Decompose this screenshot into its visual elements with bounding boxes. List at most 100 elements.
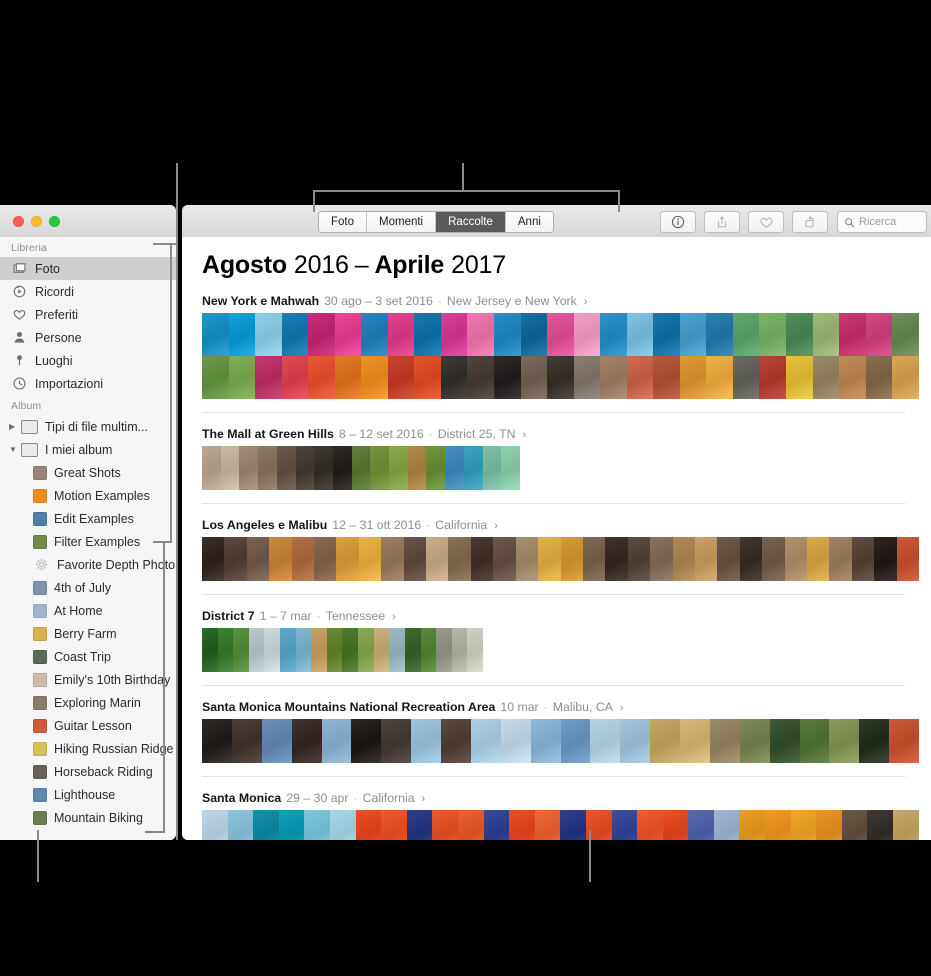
photo-thumbnail[interactable]: [739, 719, 770, 763]
photo-strip[interactable]: [202, 628, 483, 672]
moment-header[interactable]: Los Angeles e Malibu 12 – 31 ott 2016 · Cal…: [202, 504, 931, 537]
photo-thumbnail[interactable]: [573, 313, 601, 356]
photo-thumbnail[interactable]: [470, 537, 494, 581]
photo-thumbnail[interactable]: [321, 719, 352, 763]
tab-anni[interactable]: Anni: [505, 212, 553, 232]
photo-thumbnail[interactable]: [467, 628, 483, 672]
photo-thumbnail[interactable]: [314, 446, 333, 490]
tab-raccolte[interactable]: Raccolte: [436, 212, 506, 232]
photo-thumbnail[interactable]: [841, 810, 868, 840]
photo-thumbnail[interactable]: [326, 628, 343, 672]
photo-thumbnail[interactable]: [688, 810, 714, 840]
photo-thumbnail[interactable]: [407, 446, 427, 490]
photo-thumbnail[interactable]: [387, 356, 415, 399]
photo-thumbnail[interactable]: [358, 628, 374, 672]
photo-thumbnail[interactable]: [706, 356, 733, 399]
photo-thumbnail[interactable]: [231, 719, 262, 763]
photo-thumbnail[interactable]: [893, 810, 919, 840]
photo-thumbnail[interactable]: [534, 810, 561, 840]
photo-thumbnail[interactable]: [765, 810, 791, 840]
photo-thumbnail[interactable]: [637, 810, 663, 840]
photo-thumbnail[interactable]: [839, 313, 866, 356]
minimize-button[interactable]: [31, 216, 42, 227]
photo-strip[interactable]: [202, 446, 520, 490]
photo-thumbnail[interactable]: [786, 356, 813, 399]
photo-thumbnail[interactable]: [650, 537, 673, 581]
photo-thumbnail[interactable]: [280, 628, 296, 672]
sidebar-scroll-area[interactable]: Libreria Foto Ricordi Preferiti Persone Luogh…: [0, 237, 176, 840]
photo-thumbnail[interactable]: [759, 356, 787, 399]
chevron-right-icon[interactable]: ›: [392, 611, 396, 623]
photo-thumbnail[interactable]: [739, 537, 763, 581]
tab-foto[interactable]: Foto: [319, 212, 368, 232]
photo-thumbnail[interactable]: [436, 628, 452, 672]
photo-thumbnail[interactable]: [679, 356, 707, 399]
photo-thumbnail[interactable]: [291, 719, 322, 763]
photo-thumbnail[interactable]: [308, 356, 335, 399]
photo-thumbnail[interactable]: [228, 313, 256, 356]
sidebar-item-4th-of-july[interactable]: 4th of July: [0, 576, 176, 599]
photo-thumbnail[interactable]: [759, 313, 787, 356]
photo-thumbnail[interactable]: [538, 537, 561, 581]
sidebar-item-persone[interactable]: Persone: [0, 326, 176, 349]
photo-thumbnail[interactable]: [358, 537, 382, 581]
photo-thumbnail[interactable]: [626, 313, 654, 356]
photo-thumbnail[interactable]: [432, 810, 458, 840]
photo-thumbnail[interactable]: [404, 628, 421, 672]
photo-thumbnail[interactable]: [445, 446, 464, 490]
photo-thumbnail[interactable]: [426, 537, 449, 581]
photo-thumbnail[interactable]: [246, 537, 270, 581]
sidebar-item-foto[interactable]: Foto: [0, 257, 176, 280]
sidebar-item-motion-examples[interactable]: Motion Examples: [0, 484, 176, 507]
photo-thumbnail[interactable]: [314, 537, 337, 581]
sidebar-item-horseback-riding[interactable]: Horseback Riding: [0, 760, 176, 783]
photo-thumbnail[interactable]: [224, 537, 247, 581]
photo-thumbnail[interactable]: [255, 313, 282, 356]
chevron-right-icon[interactable]: ›: [494, 520, 498, 532]
photo-thumbnail[interactable]: [202, 628, 218, 672]
moment-header[interactable]: New York e Mahwah 30 ago – 3 set 2016 · New…: [202, 280, 931, 313]
photo-thumbnail[interactable]: [515, 537, 539, 581]
photo-thumbnail[interactable]: [361, 356, 388, 399]
photo-thumbnail[interactable]: [440, 313, 468, 356]
photo-thumbnail[interactable]: [547, 313, 574, 356]
sidebar-item-hiking-russian-ridge[interactable]: Hiking Russian Ridge: [0, 737, 176, 760]
photo-thumbnail[interactable]: [709, 719, 740, 763]
photo-thumbnail[interactable]: [713, 810, 740, 840]
photo-thumbnail[interactable]: [560, 537, 583, 581]
rotate-button[interactable]: [792, 211, 828, 233]
photo-thumbnail[interactable]: [389, 446, 408, 490]
photo-thumbnail[interactable]: [509, 810, 535, 840]
photo-strip[interactable]: [202, 810, 919, 840]
photo-thumbnail[interactable]: [351, 719, 382, 763]
sidebar-item-preferiti[interactable]: Preferiti: [0, 303, 176, 326]
tab-momenti[interactable]: Momenti: [367, 212, 437, 232]
photo-thumbnail[interactable]: [202, 446, 221, 490]
photo-thumbnail[interactable]: [420, 628, 437, 672]
photo-thumbnail[interactable]: [329, 810, 356, 840]
photo-thumbnail[interactable]: [732, 356, 760, 399]
photo-thumbnail[interactable]: [411, 719, 441, 763]
photo-thumbnail[interactable]: [784, 537, 807, 581]
photo-thumbnail[interactable]: [387, 313, 415, 356]
photo-thumbnail[interactable]: [342, 628, 359, 672]
photo-thumbnail[interactable]: [605, 537, 628, 581]
photo-thumbnail[interactable]: [202, 810, 228, 840]
photo-thumbnail[interactable]: [611, 810, 638, 840]
photo-thumbnail[interactable]: [816, 810, 842, 840]
photo-thumbnail[interactable]: [381, 719, 412, 763]
photo-thumbnail[interactable]: [799, 719, 830, 763]
sidebar-item-great-shots[interactable]: Great Shots: [0, 461, 176, 484]
photo-thumbnail[interactable]: [220, 446, 240, 490]
photo-thumbnail[interactable]: [739, 810, 766, 840]
photo-thumbnail[interactable]: [530, 719, 561, 763]
sidebar-item-luoghi[interactable]: Luoghi: [0, 349, 176, 372]
photo-thumbnail[interactable]: [269, 537, 292, 581]
photo-thumbnail[interactable]: [406, 810, 433, 840]
chevron-down-icon[interactable]: ▼: [9, 445, 20, 454]
photo-thumbnail[interactable]: [694, 537, 718, 581]
photo-thumbnail[interactable]: [627, 537, 651, 581]
photo-thumbnail[interactable]: [812, 313, 840, 356]
photo-thumbnail[interactable]: [457, 810, 484, 840]
photo-thumbnail[interactable]: [291, 537, 315, 581]
